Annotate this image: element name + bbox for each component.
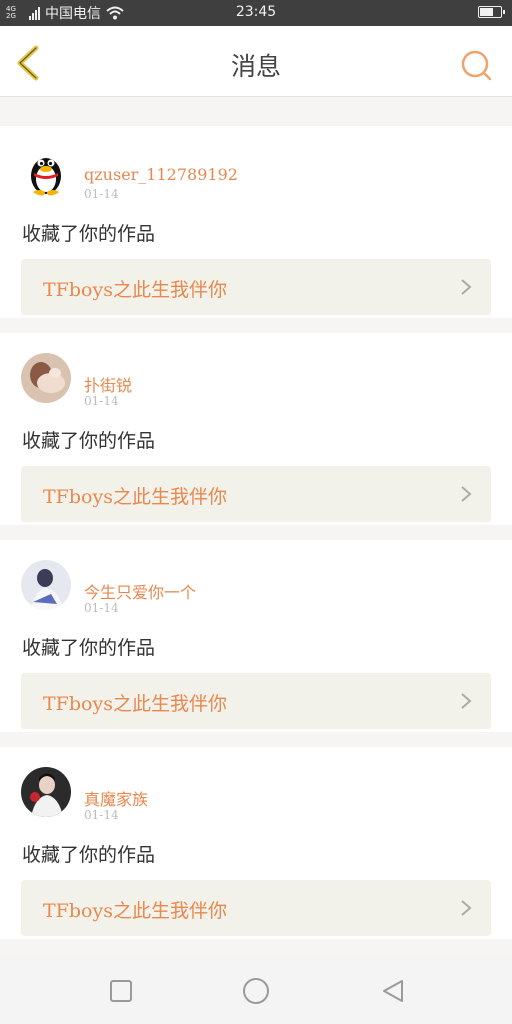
- home-circle-icon[interactable]: [242, 977, 270, 1005]
- avatar[interactable]: [21, 353, 71, 403]
- system-nav-bar: [0, 956, 512, 1024]
- top-nav-bar: 消息: [0, 26, 512, 97]
- work-title: TFboys之此生我伴你: [43, 693, 227, 715]
- battery-icon: [478, 6, 505, 18]
- avatar[interactable]: [21, 767, 71, 817]
- work-link[interactable]: TFboys之此生我伴你: [21, 880, 491, 936]
- user-name-link[interactable]: qzuser_112789192: [84, 165, 238, 184]
- message-card: qzuser_112789192 01-14 收藏了你的作品 TFboys之此生…: [0, 126, 512, 318]
- user-photo-icon: [21, 353, 71, 403]
- message-card: 扑街锐 01-14 收藏了你的作品 TFboys之此生我伴你: [0, 333, 512, 525]
- page-title: 消息: [230, 52, 281, 81]
- chevron-right-icon: [461, 279, 472, 295]
- user-photo-icon: [21, 767, 71, 817]
- message-action-text: 收藏了你的作品: [22, 844, 156, 866]
- message-date: 01-14: [84, 601, 119, 615]
- work-title: TFboys之此生我伴你: [43, 900, 227, 922]
- work-link[interactable]: TFboys之此生我伴你: [21, 466, 491, 522]
- message-card: 今生只爱你一个 01-14 收藏了你的作品 TFboys之此生我伴你: [0, 540, 512, 732]
- user-name-link[interactable]: 扑街锐: [84, 372, 132, 396]
- qq-penguin-icon: [21, 146, 71, 196]
- user-name-link[interactable]: 今生只爱你一个: [84, 579, 196, 603]
- message-date: 01-14: [84, 808, 119, 822]
- avatar[interactable]: [21, 560, 71, 610]
- back-triangle-icon[interactable]: [380, 978, 406, 1004]
- message-action-text: 收藏了你的作品: [22, 430, 156, 452]
- chevron-right-icon: [461, 900, 472, 916]
- chevron-right-icon: [461, 486, 472, 502]
- avatar[interactable]: [21, 146, 71, 196]
- user-name-link[interactable]: 真魔家族: [84, 786, 148, 810]
- status-bar: 4G 2G 中国电信 23:45: [0, 0, 512, 26]
- clock: 23:45: [235, 4, 277, 20]
- work-title: TFboys之此生我伴你: [43, 486, 227, 508]
- work-title: TFboys之此生我伴你: [43, 279, 227, 301]
- chevron-right-icon: [461, 693, 472, 709]
- message-date: 01-14: [84, 187, 119, 201]
- message-action-text: 收藏了你的作品: [22, 637, 156, 659]
- user-photo-icon: [21, 560, 71, 610]
- search-button[interactable]: [460, 49, 494, 83]
- message-date: 01-14: [84, 394, 119, 408]
- message-action-text: 收藏了你的作品: [22, 223, 156, 245]
- work-link[interactable]: TFboys之此生我伴你: [21, 673, 491, 729]
- recents-square-icon[interactable]: [108, 978, 134, 1004]
- message-card: 真魔家族 01-14 收藏了你的作品 TFboys之此生我伴你: [0, 747, 512, 939]
- message-list: qzuser_112789192 01-14 收藏了你的作品 TFboys之此生…: [0, 110, 512, 954]
- work-link[interactable]: TFboys之此生我伴你: [21, 259, 491, 315]
